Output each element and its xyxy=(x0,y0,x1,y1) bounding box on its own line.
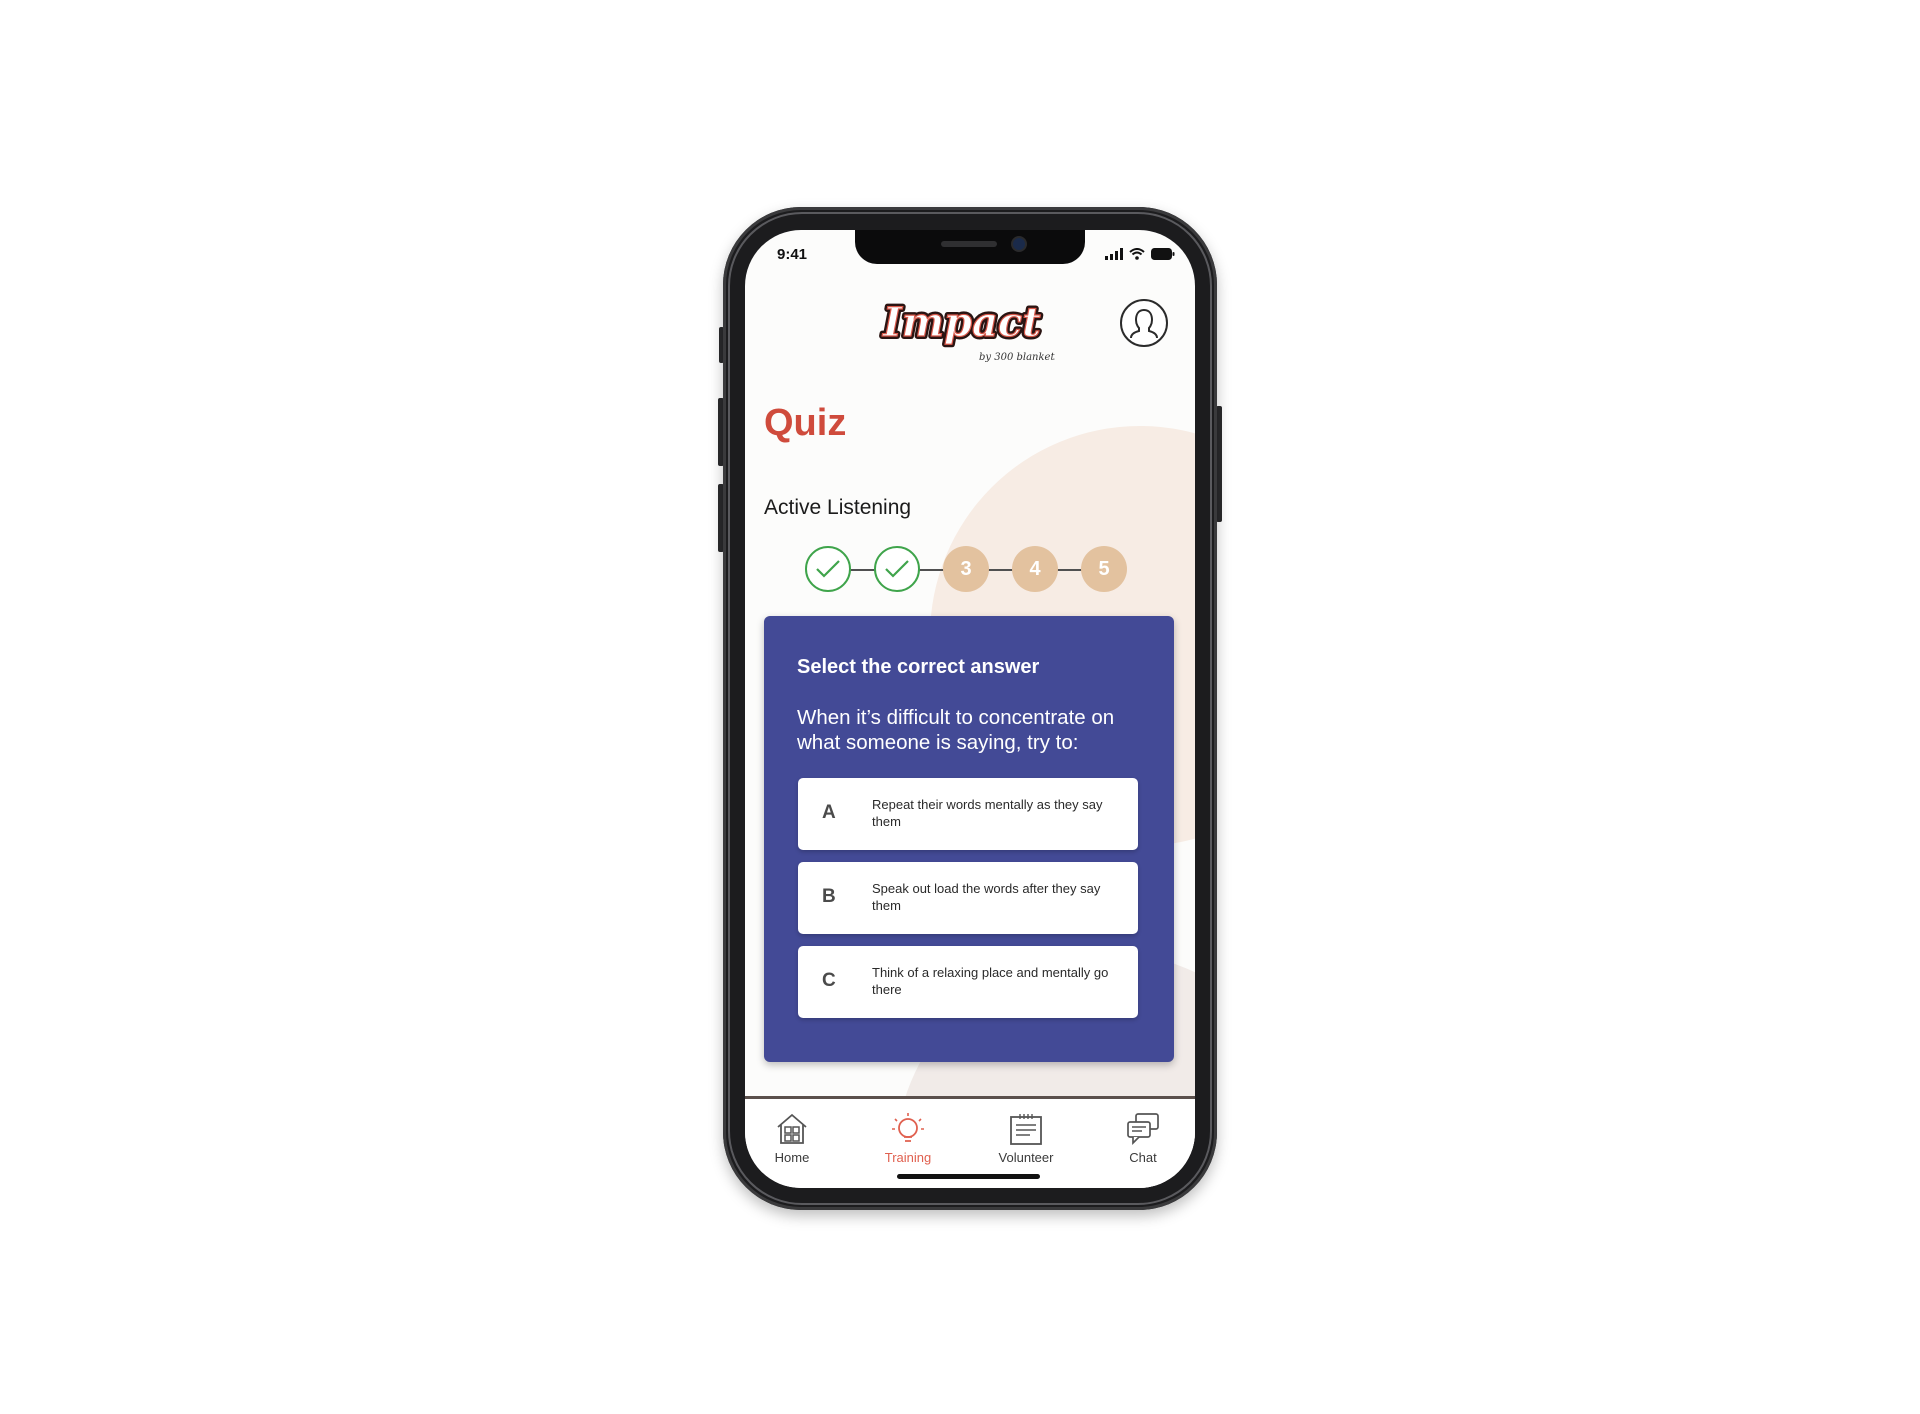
lightbulb-icon xyxy=(892,1113,924,1142)
option-letter: A xyxy=(822,802,836,823)
option-text: Speak out load the words after they say … xyxy=(872,881,1101,913)
notch xyxy=(855,230,1085,264)
stage: 9:41 Impact Impact by 300 blankets Quiz … xyxy=(0,0,1920,1414)
tab-label: Home xyxy=(774,1150,810,1165)
notepad-icon xyxy=(1010,1114,1042,1145)
step-2 xyxy=(874,546,920,592)
option-letter: C xyxy=(822,970,836,991)
answer-option-b[interactable]: B Speak out load the words after they sa… xyxy=(798,862,1138,934)
tab-training[interactable]: Training xyxy=(868,1111,948,1165)
tab-label: Volunteer xyxy=(998,1150,1054,1165)
step-5: 5 xyxy=(1081,546,1127,592)
signal-icon xyxy=(1105,248,1123,260)
battery-icon xyxy=(1151,248,1175,260)
speaker-grille xyxy=(941,241,997,247)
question-instruction: Select the correct answer xyxy=(797,656,1040,678)
tab-home[interactable]: Home xyxy=(752,1111,832,1165)
step-1 xyxy=(805,546,851,592)
tab-label: Chat xyxy=(1129,1150,1157,1165)
option-text: Repeat their words mentally as they say … xyxy=(872,797,1103,829)
home-indicator xyxy=(897,1174,1040,1179)
phone-screen: 9:41 Impact Impact by 300 blankets Quiz … xyxy=(745,230,1195,1188)
user-icon xyxy=(1130,309,1158,339)
question-text: When it’s difficult to concentrate on wh… xyxy=(797,706,1115,754)
tab-label: Training xyxy=(884,1150,932,1165)
page-title: Quiz xyxy=(764,402,847,444)
question-card: Select the correct answer When it’s diff… xyxy=(764,616,1174,1062)
option-letter: B xyxy=(822,886,836,907)
step-3: 3 xyxy=(943,546,989,592)
svg-text:by 300 blankets: by 300 blankets xyxy=(979,352,1055,363)
chat-icon xyxy=(1127,1113,1159,1146)
profile-button[interactable] xyxy=(1120,299,1168,347)
check-icon xyxy=(885,560,909,578)
answer-option-c[interactable]: C Think of a relaxing place and mentally… xyxy=(798,946,1138,1018)
step-4: 4 xyxy=(1012,546,1058,592)
tab-chat[interactable]: Chat xyxy=(1103,1111,1183,1165)
option-text: Think of a relaxing place and mentally g… xyxy=(872,965,1109,997)
home-icon xyxy=(777,1113,807,1144)
check-icon xyxy=(816,560,840,578)
svg-text:Impact: Impact xyxy=(882,299,1041,346)
tab-volunteer[interactable]: Volunteer xyxy=(986,1111,1066,1165)
quiz-topic: Active Listening xyxy=(764,496,912,519)
answer-option-a[interactable]: A Repeat their words mentally as they sa… xyxy=(798,778,1138,850)
wifi-icon xyxy=(1129,248,1145,260)
front-camera xyxy=(1013,238,1025,250)
impact-logo: Impact Impact by 300 blankets xyxy=(875,296,1060,368)
progress-steps: 3 4 5 xyxy=(805,546,1127,594)
status-icons xyxy=(1105,248,1175,260)
status-time: 9:41 xyxy=(777,246,808,263)
